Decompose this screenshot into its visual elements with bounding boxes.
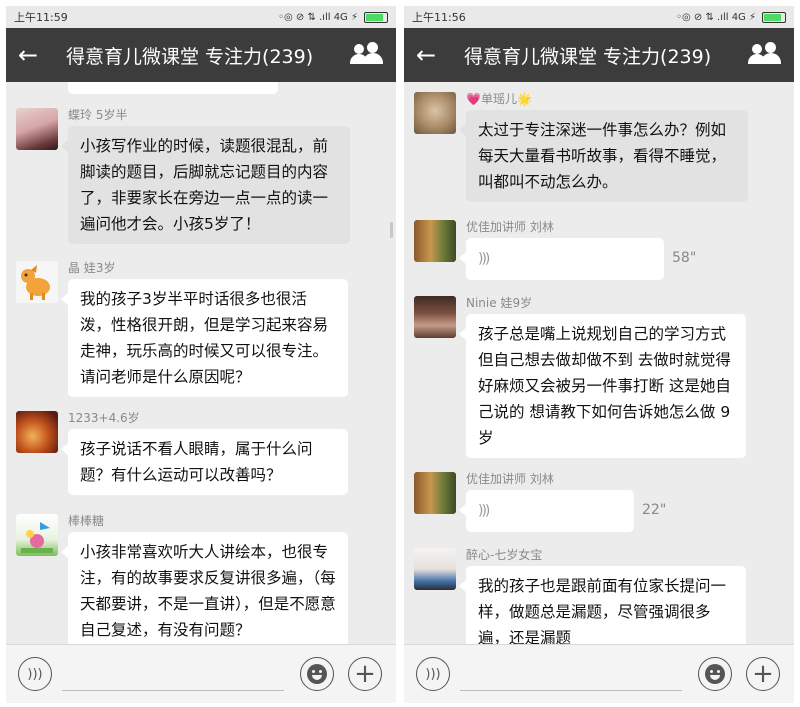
avatar[interactable] bbox=[16, 261, 58, 303]
avatar[interactable] bbox=[414, 548, 456, 590]
status-time: 上午11:56 bbox=[412, 11, 466, 24]
message-bubble[interactable]: 小孩写作业的时候，读题很混乱，前脚读的题目，后脚就忘记题目的内容了，非要家长在旁… bbox=[61, 126, 350, 244]
voice-duration: 22" bbox=[642, 502, 667, 518]
sender-name: 棒棒糖 bbox=[68, 514, 105, 528]
avatar[interactable] bbox=[16, 411, 58, 453]
back-arrow-icon[interactable]: ← bbox=[416, 43, 446, 67]
back-arrow-icon[interactable]: ← bbox=[18, 43, 48, 67]
emoji-icon[interactable] bbox=[300, 657, 334, 691]
group-members-icon[interactable] bbox=[350, 40, 384, 70]
input-bar: ))) + bbox=[404, 644, 794, 703]
message-list[interactable]: 💗单瑶儿🌟 太过于专注深迷一件事怎么办？例如每天大量看书听故事，看得不睡觉，叫都… bbox=[404, 82, 794, 645]
message-input[interactable] bbox=[460, 690, 682, 691]
chat-title: 得意育儿微课堂 专注力(239) bbox=[464, 45, 712, 68]
message-list[interactable]: 蝶玲 5岁半 小孩写作业的时候，读题很混乱，前脚读的题目，后脚就忘记题目的内容了… bbox=[6, 82, 396, 645]
header: ← 得意育儿微课堂 专注力(239) bbox=[6, 28, 396, 82]
voice-wave-icon: ))) bbox=[478, 503, 490, 519]
plus-icon[interactable]: + bbox=[746, 657, 780, 691]
message-bubble[interactable]: 太过于专注深迷一件事怎么办？例如每天大量看书听故事，看得不睡觉，叫都叫不动怎么办… bbox=[459, 110, 748, 202]
voice-duration: 58" bbox=[672, 250, 697, 266]
voice-message-bubble[interactable]: ))) bbox=[459, 490, 634, 532]
voice-input-icon[interactable]: ))) bbox=[416, 657, 450, 691]
voice-input-icon[interactable]: ))) bbox=[18, 657, 52, 691]
sender-name: 蝶玲 5岁半 bbox=[68, 108, 128, 122]
status-icons: ◦◎ ⊘ ⇅ .ıll 4G ⚡ bbox=[676, 11, 786, 23]
battery-icon bbox=[364, 11, 388, 23]
message-bubble[interactable]: 我的孩子3岁半平时话很多也很活泼，性格很开朗，但是学习起来容易走神，玩乐高的时候… bbox=[61, 279, 348, 397]
voice-message-bubble[interactable]: ))) bbox=[459, 238, 664, 280]
input-bar: ))) + bbox=[6, 644, 396, 703]
emoji-icon[interactable] bbox=[698, 657, 732, 691]
group-members-icon[interactable] bbox=[748, 40, 782, 70]
avatar[interactable] bbox=[414, 296, 456, 338]
message-bubble[interactable]: 我的孩子也是跟前面有位家长提问一样，做题总是漏题，尽管强调很多遍，还是漏题 bbox=[459, 566, 746, 645]
status-bar: 上午11:56 ◦◎ ⊘ ⇅ .ıll 4G ⚡ bbox=[404, 6, 794, 28]
sender-name: Ninie 娃9岁 bbox=[466, 296, 533, 310]
avatar[interactable] bbox=[414, 472, 456, 514]
message-bubble[interactable]: 孩子总是嘴上说规划自己的学习方式 但自己想去做却做不到 去做时就觉得好麻烦又会被… bbox=[459, 314, 746, 458]
chat-screen-right: 上午11:56 ◦◎ ⊘ ⇅ .ıll 4G ⚡ ← 得意育儿微课堂 专注力(2… bbox=[404, 6, 794, 703]
avatar[interactable] bbox=[16, 514, 58, 556]
flower-icon bbox=[21, 522, 53, 553]
sender-name: 晶 娃3岁 bbox=[68, 261, 116, 275]
avatar[interactable] bbox=[414, 220, 456, 262]
chat-screen-left: 上午11:59 ◦◎ ⊘ ⇅ .ıll 4G ⚡ ← 得意育儿微课堂 专注力(2… bbox=[6, 6, 396, 703]
message-bubble[interactable]: 孩子说话不看人眼睛，属于什么问题？有什么运动可以改善吗？ bbox=[61, 429, 348, 495]
status-indicator-icons: ◦◎ ⊘ ⇅ .ıll 4G ⚡ bbox=[676, 11, 756, 23]
horse-icon bbox=[21, 265, 50, 300]
message-input[interactable] bbox=[62, 690, 284, 691]
battery-icon bbox=[762, 11, 786, 23]
avatar[interactable] bbox=[16, 108, 58, 150]
sender-name: 醉心-七岁女宝 bbox=[466, 548, 543, 562]
sender-name: 优佳加讲师 刘林 bbox=[466, 220, 554, 234]
avatar[interactable] bbox=[414, 92, 456, 134]
scrollbar[interactable] bbox=[390, 222, 393, 238]
sender-name: 优佳加讲师 刘林 bbox=[466, 472, 554, 486]
sender-name: 1233+4.6岁 bbox=[68, 411, 140, 425]
plus-icon[interactable]: + bbox=[348, 657, 382, 691]
status-bar: 上午11:59 ◦◎ ⊘ ⇅ .ıll 4G ⚡ bbox=[6, 6, 396, 28]
chat-title: 得意育儿微课堂 专注力(239) bbox=[66, 45, 314, 68]
sender-name: 💗单瑶儿🌟 bbox=[466, 92, 532, 106]
header: ← 得意育儿微课堂 专注力(239) bbox=[404, 28, 794, 82]
status-icons: ◦◎ ⊘ ⇅ .ıll 4G ⚡ bbox=[278, 11, 388, 23]
voice-wave-icon: ))) bbox=[478, 251, 490, 267]
status-indicator-icons: ◦◎ ⊘ ⇅ .ıll 4G ⚡ bbox=[278, 11, 358, 23]
previous-bubble-fragment bbox=[68, 82, 278, 94]
status-time: 上午11:59 bbox=[14, 11, 68, 24]
message-bubble[interactable]: 小孩非常喜欢听大人讲绘本，也很专注，有的故事要求反复讲很多遍，（每天都要讲，不是… bbox=[61, 532, 348, 645]
